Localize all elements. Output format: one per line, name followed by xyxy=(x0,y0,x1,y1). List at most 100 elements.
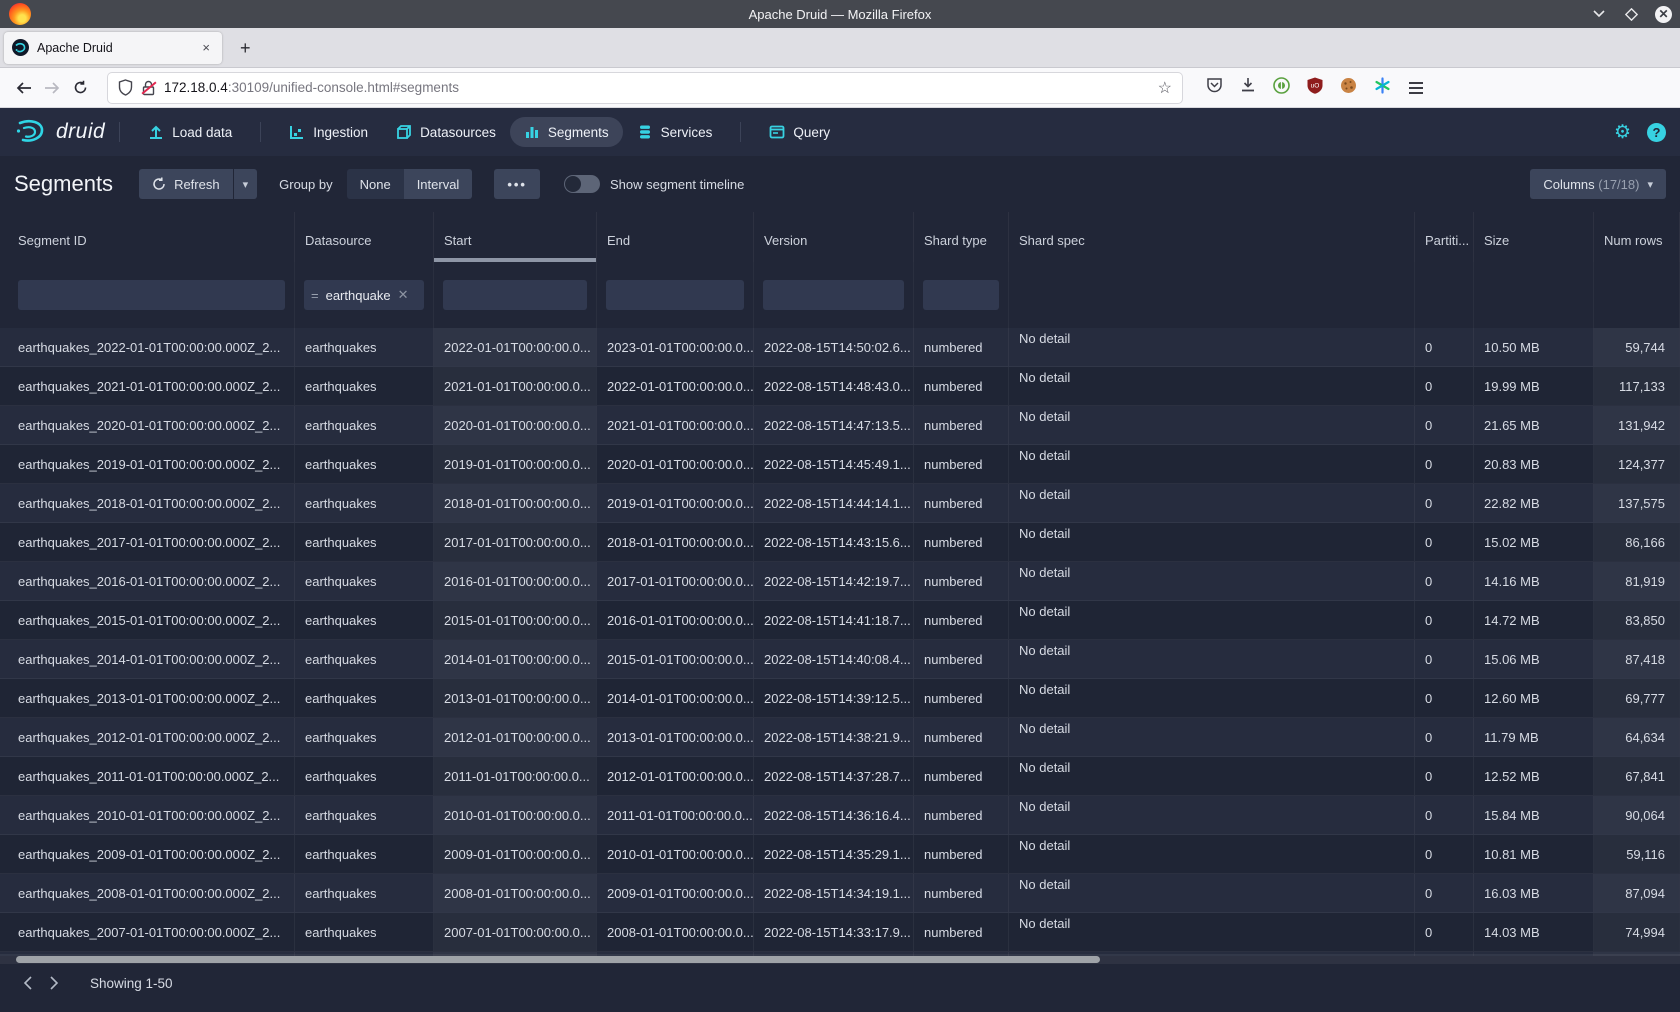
column-header-start[interactable]: Start xyxy=(434,212,597,262)
refresh-button[interactable]: Refresh xyxy=(139,169,233,199)
remove-filter-icon[interactable]: ✕ xyxy=(398,287,409,303)
previous-page-icon[interactable] xyxy=(14,976,41,990)
cell-shard_spec: No detail xyxy=(1009,445,1415,483)
column-header-size[interactable]: Size xyxy=(1474,212,1594,262)
gear-icon[interactable]: ⚙ xyxy=(1614,121,1631,144)
segment-timeline-toggle[interactable] xyxy=(564,175,600,193)
table-row[interactable]: earthquakes_2010-01-01T00:00:00.000Z_2..… xyxy=(0,796,1680,835)
cell-num_rows: 64,634 xyxy=(1594,718,1680,756)
multicolor-extension-icon[interactable] xyxy=(1374,77,1391,99)
filter-input-shard_type[interactable] xyxy=(923,280,999,310)
cell-size: 19.99 MB xyxy=(1474,367,1594,405)
minimize-icon[interactable] xyxy=(1591,6,1607,22)
back-icon[interactable] xyxy=(10,81,38,95)
table-row[interactable]: earthquakes_2013-01-01T00:00:00.000Z_2..… xyxy=(0,679,1680,718)
cell-datasource: earthquakes xyxy=(295,406,434,444)
forward-icon[interactable] xyxy=(38,81,66,95)
table-row[interactable]: earthquakes_2019-01-01T00:00:00.000Z_2..… xyxy=(0,445,1680,484)
column-header-datasource[interactable]: Datasource xyxy=(295,212,434,262)
cell-num_rows: 69,777 xyxy=(1594,679,1680,717)
table-row[interactable]: earthquakes_2014-01-01T00:00:00.000Z_2..… xyxy=(0,640,1680,679)
tracking-shield-icon[interactable] xyxy=(118,79,133,96)
nav-item-segments[interactable]: Segments xyxy=(510,117,623,147)
cell-datasource: earthquakes xyxy=(295,913,434,951)
cookie-extension-icon[interactable] xyxy=(1340,77,1357,99)
cell-shard_type: numbered xyxy=(914,835,1009,873)
next-page-icon[interactable] xyxy=(41,976,68,990)
table-row[interactable]: earthquakes_2021-01-01T00:00:00.000Z_2..… xyxy=(0,367,1680,406)
bookmark-star-icon[interactable]: ☆ xyxy=(1158,78,1172,98)
close-window-icon[interactable]: ✕ xyxy=(1655,6,1672,23)
druid-logo[interactable]: druid xyxy=(14,119,105,145)
new-tab-button[interactable]: + xyxy=(234,37,257,59)
nav-item-ingestion[interactable]: Ingestion xyxy=(275,117,382,147)
column-header-end[interactable]: End xyxy=(597,212,754,262)
cell-size: 20.83 MB xyxy=(1474,445,1594,483)
cell-size: 10.81 MB xyxy=(1474,835,1594,873)
nav-item-load-data[interactable]: Load data xyxy=(134,117,246,147)
table-row[interactable]: earthquakes_2022-01-01T00:00:00.000Z_2..… xyxy=(0,328,1680,367)
filter-input-segment_id[interactable] xyxy=(18,280,285,310)
horizontal-scrollbar[interactable] xyxy=(0,954,1680,964)
cell-num_rows: 87,094 xyxy=(1594,874,1680,912)
refresh-dropdown-button[interactable]: ▾ xyxy=(234,169,258,199)
nav-item-services[interactable]: Services xyxy=(623,117,727,147)
maximize-icon[interactable] xyxy=(1623,6,1639,22)
insecure-lock-icon[interactable] xyxy=(142,80,155,96)
filter-input-datasource[interactable]: =earthquake✕ xyxy=(304,280,424,310)
close-tab-icon[interactable]: × xyxy=(198,40,214,55)
column-header-shard_spec[interactable]: Shard spec xyxy=(1009,212,1415,262)
columns-button[interactable]: Columns (17/18) ▾ xyxy=(1530,169,1666,199)
cell-datasource: earthquakes xyxy=(295,679,434,717)
browser-tab[interactable]: Apache Druid × xyxy=(4,32,222,64)
cell-num_rows: 74,994 xyxy=(1594,913,1680,951)
nav-item-datasources[interactable]: Datasources xyxy=(382,117,510,147)
ublock-origin-icon[interactable]: uO xyxy=(1307,77,1323,99)
filter-input-start[interactable] xyxy=(443,280,587,310)
url-bar[interactable]: 172.18.0.4:30109/unified-console.html#se… xyxy=(108,73,1182,103)
column-header-num_rows[interactable]: Num rows xyxy=(1594,212,1680,262)
cell-partition: 0 xyxy=(1415,406,1474,444)
druid-favicon-icon xyxy=(12,39,29,56)
reload-icon[interactable] xyxy=(66,80,94,95)
download-icon[interactable] xyxy=(1240,77,1256,98)
cell-end: 2017-01-01T00:00:00.0... xyxy=(597,562,754,600)
cell-size: 12.52 MB xyxy=(1474,757,1594,795)
table-row[interactable]: earthquakes_2012-01-01T00:00:00.000Z_2..… xyxy=(0,718,1680,757)
segment-timeline-label: Show segment timeline xyxy=(610,177,744,192)
group-by-none-button[interactable]: None xyxy=(347,169,404,199)
column-header-shard_type[interactable]: Shard type xyxy=(914,212,1009,262)
table-row[interactable]: earthquakes_2007-01-01T00:00:00.000Z_2..… xyxy=(0,913,1680,952)
table-row[interactable]: earthquakes_2008-01-01T00:00:00.000Z_2..… xyxy=(0,874,1680,913)
table-row[interactable]: earthquakes_2018-01-01T00:00:00.000Z_2..… xyxy=(0,484,1680,523)
table-row[interactable]: earthquakes_2020-01-01T00:00:00.000Z_2..… xyxy=(0,406,1680,445)
filter-input-end[interactable] xyxy=(606,280,744,310)
cell-size: 14.16 MB xyxy=(1474,562,1594,600)
table-row[interactable]: earthquakes_2011-01-01T00:00:00.000Z_2..… xyxy=(0,757,1680,796)
scrollbar-thumb[interactable] xyxy=(16,956,1100,963)
cell-partition: 0 xyxy=(1415,718,1474,756)
equals-icon: = xyxy=(311,288,319,303)
column-header-version[interactable]: Version xyxy=(754,212,914,262)
cell-shard_type: numbered xyxy=(914,718,1009,756)
menu-icon[interactable] xyxy=(1409,82,1423,94)
cell-shard_spec: No detail xyxy=(1009,718,1415,756)
chevron-down-icon: ▾ xyxy=(1647,178,1653,191)
column-header-partition[interactable]: Partiti... xyxy=(1415,212,1474,262)
pocket-icon[interactable] xyxy=(1206,77,1223,99)
cell-partition: 0 xyxy=(1415,328,1474,366)
help-icon[interactable]: ? xyxy=(1647,123,1666,142)
table-row[interactable]: earthquakes_2009-01-01T00:00:00.000Z_2..… xyxy=(0,835,1680,874)
cell-num_rows: 131,942 xyxy=(1594,406,1680,444)
cell-start: 2022-01-01T00:00:00.0... xyxy=(434,328,597,366)
table-row[interactable]: earthquakes_2017-01-01T00:00:00.000Z_2..… xyxy=(0,523,1680,562)
cell-num_rows: 81,919 xyxy=(1594,562,1680,600)
table-row[interactable]: earthquakes_2016-01-01T00:00:00.000Z_2..… xyxy=(0,562,1680,601)
green-extension-icon[interactable] xyxy=(1273,77,1290,99)
nav-item-query[interactable]: Query xyxy=(755,117,844,147)
table-row[interactable]: earthquakes_2015-01-01T00:00:00.000Z_2..… xyxy=(0,601,1680,640)
column-header-segment_id[interactable]: Segment ID xyxy=(0,212,295,262)
group-by-interval-button[interactable]: Interval xyxy=(404,169,473,199)
more-options-button[interactable]: ••• xyxy=(494,169,540,199)
filter-input-version[interactable] xyxy=(763,280,904,310)
